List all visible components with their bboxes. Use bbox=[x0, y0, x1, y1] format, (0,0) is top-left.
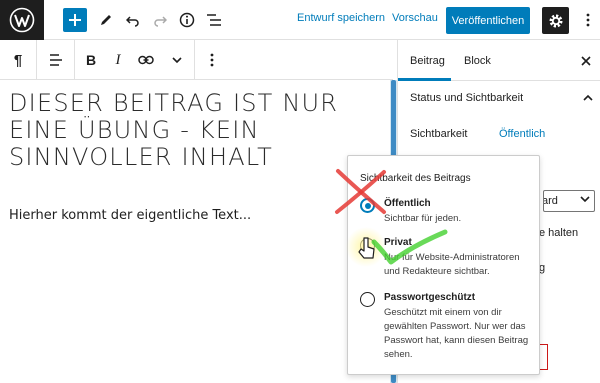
more-formats-button[interactable] bbox=[166, 40, 188, 80]
redo-button[interactable] bbox=[148, 8, 172, 32]
redo-icon bbox=[154, 16, 167, 27]
tools-button[interactable] bbox=[94, 8, 118, 32]
close-sidebar-button[interactable] bbox=[581, 53, 591, 69]
toolbar-divider bbox=[194, 40, 195, 80]
align-button[interactable] bbox=[42, 40, 70, 80]
tab-post[interactable]: Beitrag bbox=[410, 55, 445, 67]
block-toolbar: ¶ B I bbox=[0, 40, 393, 80]
undo-icon bbox=[126, 16, 139, 27]
editor-canvas: DIESER BEITRAG IST NUR EINE ÜBUNG - KEIN… bbox=[0, 80, 390, 383]
option-desc-public: Sichtbar für jeden. bbox=[384, 213, 462, 224]
tab-block[interactable]: Block bbox=[464, 55, 491, 67]
option-label-public[interactable]: Öffentlich bbox=[384, 198, 431, 209]
radio-password[interactable] bbox=[360, 292, 375, 307]
italic-button[interactable]: I bbox=[107, 40, 129, 80]
visibility-popover: Sichtbarkeit des Beitrags Öffentlich Sic… bbox=[347, 155, 540, 375]
close-icon bbox=[581, 56, 591, 66]
options-button[interactable] bbox=[576, 8, 600, 32]
paragraph-block[interactable]: Hierher kommt der eigentliche Text... bbox=[9, 208, 251, 223]
sidebar-tabs: Beitrag Block bbox=[398, 40, 600, 81]
template-select-value: ard bbox=[543, 195, 558, 207]
pen-icon bbox=[101, 15, 111, 25]
add-block-button[interactable] bbox=[63, 8, 87, 32]
wordpress-logo[interactable] bbox=[0, 0, 44, 40]
wordpress-icon bbox=[9, 7, 35, 33]
option-label-password[interactable]: Passwortgeschützt bbox=[384, 292, 475, 303]
toolbar-divider bbox=[74, 40, 75, 80]
more-vertical-icon bbox=[210, 53, 214, 67]
align-icon bbox=[50, 54, 62, 66]
settings-button[interactable] bbox=[542, 7, 569, 34]
chevron-down-icon bbox=[172, 57, 182, 64]
toolbar-divider bbox=[36, 40, 37, 80]
option-desc-password: Geschützt mit einem von dir gewählten Pa… bbox=[384, 307, 529, 360]
save-draft-button[interactable]: Entwurf speichern bbox=[297, 12, 385, 24]
chevron-down-icon bbox=[580, 196, 590, 203]
visibility-toggle[interactable]: Öffentlich bbox=[499, 128, 545, 140]
details-button[interactable] bbox=[175, 8, 199, 32]
paragraph-icon[interactable]: ¶ bbox=[4, 40, 32, 80]
block-options-button[interactable] bbox=[202, 40, 222, 80]
list-view-button[interactable] bbox=[202, 8, 226, 32]
list-view-icon bbox=[207, 14, 221, 26]
visibility-label: Sichtbarkeit bbox=[410, 128, 468, 140]
status-visibility-panel-title[interactable]: Status und Sichtbarkeit bbox=[410, 92, 523, 104]
template-select[interactable]: ard bbox=[543, 190, 595, 212]
preview-button[interactable]: Vorschau bbox=[392, 12, 438, 24]
plus-icon bbox=[69, 14, 81, 26]
more-vertical-icon bbox=[586, 13, 590, 27]
post-title[interactable]: DIESER BEITRAG IST NUR EINE ÜBUNG - KEIN… bbox=[9, 90, 381, 171]
gear-icon bbox=[549, 14, 562, 27]
option-label-private[interactable]: Privat bbox=[384, 237, 412, 248]
sticky-label: e halten bbox=[539, 227, 579, 239]
link-button[interactable] bbox=[134, 40, 158, 80]
bold-button[interactable]: B bbox=[80, 40, 102, 80]
radio-private[interactable] bbox=[360, 238, 375, 253]
publish-button[interactable]: Veröffentlichen bbox=[446, 7, 530, 34]
link-icon bbox=[138, 55, 154, 65]
option-desc-private: Nur für Website-Administratoren und Reda… bbox=[384, 252, 520, 277]
editor-top-bar: Entwurf speichern Vorschau Veröffentlich… bbox=[0, 0, 600, 40]
info-icon bbox=[179, 12, 195, 28]
collapse-panel-button[interactable] bbox=[583, 89, 593, 107]
radio-public[interactable] bbox=[360, 198, 375, 213]
chevron-up-icon bbox=[583, 94, 593, 101]
undo-button[interactable] bbox=[121, 8, 145, 32]
popover-title: Sichtbarkeit des Beitrags bbox=[360, 173, 471, 184]
active-tab-indicator bbox=[398, 78, 451, 81]
